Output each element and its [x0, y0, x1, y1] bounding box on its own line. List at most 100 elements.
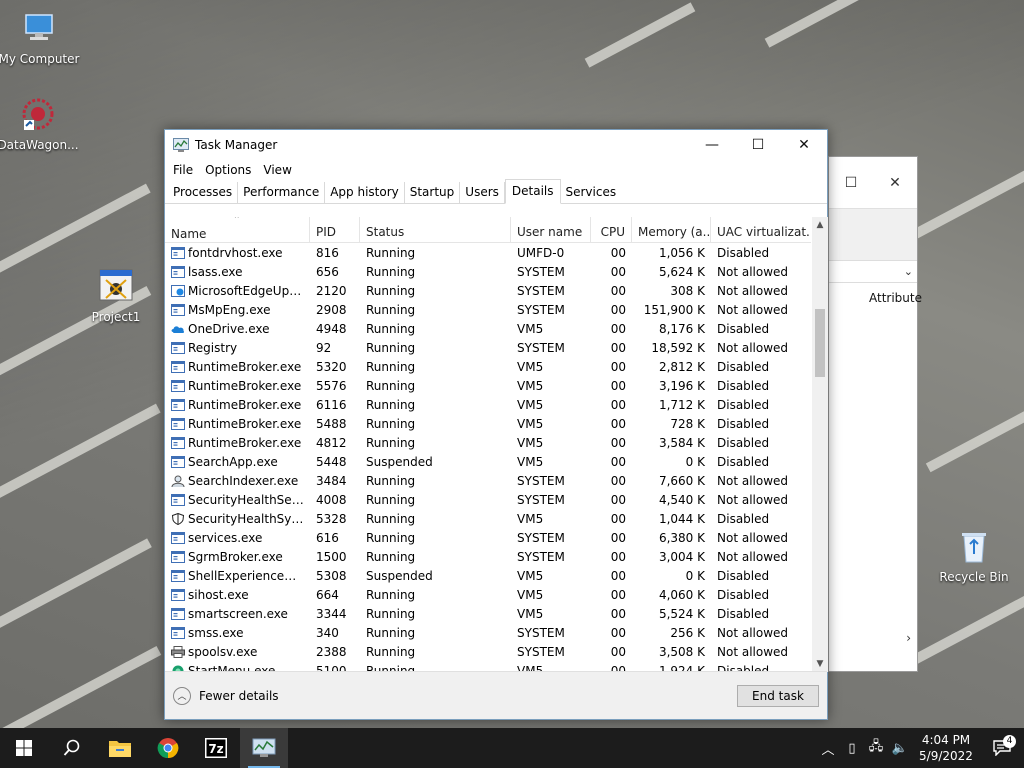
- column-header-memory[interactable]: Memory (a...: [632, 217, 711, 242]
- table-row[interactable]: smartscreen.exe 3344 Running VM5 00 5,524 K Di…: [165, 604, 811, 623]
- tab-details[interactable]: Details: [504, 179, 561, 204]
- table-row[interactable]: MsMpEng.exe 2908 Running SYSTEM 00 151,900 K N…: [165, 300, 811, 319]
- minimize-icon: —: [705, 137, 719, 153]
- desktop-icon-label: DataWagon...: [0, 138, 79, 152]
- task-manager-taskbar-button[interactable]: [240, 728, 288, 768]
- file-explorer-button[interactable]: [96, 728, 144, 768]
- fewer-details-link[interactable]: ︿ Fewer details: [173, 686, 279, 705]
- cell-pid: 5576: [316, 378, 347, 393]
- menu-view[interactable]: View: [257, 163, 297, 177]
- tab-startup[interactable]: Startup: [405, 182, 461, 203]
- table-row[interactable]: SecurityHealthSystra... 5328 Running VM5 00 1…: [165, 509, 811, 528]
- table-row[interactable]: RuntimeBroker.exe 4812 Running VM5 00 3,584 K…: [165, 433, 811, 452]
- table-row[interactable]: SearchIndexer.exe 3484 Running SYSTEM 00 7,66…: [165, 471, 811, 490]
- cell-pid: 816: [316, 245, 339, 260]
- onedrive-icon: [171, 323, 185, 335]
- scroll-down-icon[interactable]: ▼: [812, 656, 828, 672]
- process-name: SecurityHealthServic...: [188, 492, 304, 507]
- desktop-icon-recycle-bin[interactable]: Recycle Bin: [932, 526, 1016, 584]
- task-manager-icon: [173, 138, 189, 152]
- cell-status: Running: [366, 530, 416, 545]
- scroll-up-icon[interactable]: ▲: [812, 217, 828, 233]
- cell-pid: 3484: [316, 473, 347, 488]
- cell-memory: 3,004 K: [658, 549, 705, 564]
- attribute-column-header[interactable]: Attribute: [869, 291, 922, 305]
- cell-cpu: 00: [610, 492, 626, 507]
- desktop-icon-label: Project1: [91, 310, 141, 324]
- chevron-up-icon[interactable]: ︿: [816, 739, 840, 758]
- action-center-button[interactable]: 4: [980, 735, 1024, 756]
- background-window-toolbar: [829, 209, 917, 261]
- maximize-button[interactable]: ☐: [735, 130, 781, 160]
- table-row[interactable]: RuntimeBroker.exe 6116 Running VM5 00 1,712 K…: [165, 395, 811, 414]
- table-row[interactable]: SearchApp.exe 5448 Suspended VM5 00 0 K Disabl…: [165, 452, 811, 471]
- scroll-right-icon[interactable]: ›: [906, 631, 911, 645]
- table-row[interactable]: ShellExperienceHost... 5308 Suspended VM5 00…: [165, 566, 811, 585]
- close-button[interactable]: ✕: [781, 130, 827, 160]
- close-icon[interactable]: ✕: [873, 175, 917, 191]
- table-row[interactable]: RuntimeBroker.exe 5320 Running VM5 00 2,812 K…: [165, 357, 811, 376]
- table-row[interactable]: fontdrvhost.exe 816 Running UMFD-0 00 1,056 K…: [165, 243, 811, 262]
- table-header: ⌃ Name PID Status User name CPU Memory (…: [165, 217, 811, 243]
- scrollbar-thumb[interactable]: [815, 309, 825, 377]
- table-row[interactable]: RuntimeBroker.exe 5488 Running VM5 00 728 K Di…: [165, 414, 811, 433]
- tab-services[interactable]: Services: [561, 182, 622, 203]
- start-button[interactable]: [0, 728, 48, 768]
- column-header-uac[interactable]: UAC virtualizat...: [711, 217, 811, 242]
- process-name: lsass.exe: [188, 264, 243, 279]
- table-row[interactable]: MicrosoftEdgeUpdat... 2120 Running SYSTEM 00…: [165, 281, 811, 300]
- table-row[interactable]: services.exe 616 Running SYSTEM 00 6,380 K Not…: [165, 528, 811, 547]
- table-row[interactable]: RuntimeBroker.exe 5576 Running VM5 00 3,196 K…: [165, 376, 811, 395]
- exe-icon: [171, 569, 185, 582]
- table-row[interactable]: sihost.exe 664 Running VM5 00 4,060 K Disabled: [165, 585, 811, 604]
- column-header-cpu[interactable]: CPU: [591, 217, 632, 242]
- table-row[interactable]: lsass.exe 656 Running SYSTEM 00 5,624 K Not al…: [165, 262, 811, 281]
- table-row[interactable]: spoolsv.exe 2388 Running SYSTEM 00 3,508 K Not…: [165, 642, 811, 661]
- minimize-button[interactable]: —: [689, 130, 735, 160]
- column-header-status[interactable]: Status: [360, 217, 511, 242]
- table-row[interactable]: smss.exe 340 Running SYSTEM 00 256 K Not allow…: [165, 623, 811, 642]
- cell-cpu: 00: [610, 587, 626, 602]
- tab-users[interactable]: Users: [460, 182, 505, 203]
- cell-pid: 664: [316, 587, 339, 602]
- search-button[interactable]: [48, 728, 96, 768]
- tab-performance[interactable]: Performance: [238, 182, 326, 203]
- cell-user-name: SYSTEM: [517, 549, 565, 564]
- chrome-button[interactable]: [144, 728, 192, 768]
- desktop-icon-my-computer[interactable]: My Computer: [0, 8, 81, 66]
- cell-pid: 2908: [316, 302, 347, 317]
- background-window-dropdown[interactable]: ⌄: [829, 261, 917, 283]
- cell-cpu: 00: [610, 302, 626, 317]
- cell-cpu: 00: [610, 283, 626, 298]
- menu-options[interactable]: Options: [199, 163, 257, 177]
- title-bar[interactable]: Task Manager — ☐ ✕: [165, 130, 827, 160]
- clock[interactable]: 4:04 PM 5/9/2022: [912, 732, 980, 764]
- exe-icon: [171, 398, 185, 411]
- table-row[interactable]: SecurityHealthServic... 4008 Running SYSTEM…: [165, 490, 811, 509]
- column-header-user-name[interactable]: User name: [511, 217, 591, 242]
- tab-processes[interactable]: Processes: [168, 182, 239, 203]
- table-row[interactable]: Registry 92 Running SYSTEM 00 18,592 K Not all…: [165, 338, 811, 357]
- end-task-button[interactable]: End task: [737, 684, 819, 707]
- maximize-icon[interactable]: ☐: [829, 175, 873, 191]
- network-icon[interactable]: 🖧: [864, 737, 888, 759]
- vertical-scrollbar[interactable]: ▲ ▼: [812, 217, 828, 672]
- cell-cpu: 00: [610, 378, 626, 393]
- volume-icon[interactable]: 🔈: [888, 741, 912, 756]
- cell-status: Running: [366, 587, 416, 602]
- table-body: fontdrvhost.exe 816 Running UMFD-0 00 1,056 K…: [165, 243, 811, 672]
- table-row[interactable]: OneDrive.exe 4948 Running VM5 00 8,176 K Disab…: [165, 319, 811, 338]
- 7zip-icon: 7z: [205, 738, 227, 758]
- menu-file[interactable]: File: [167, 163, 199, 177]
- wallpaper-stripe: [0, 538, 152, 632]
- cell-name: lsass.exe: [165, 265, 310, 279]
- column-header-pid[interactable]: PID: [310, 217, 360, 242]
- background-window[interactable]: ☐ ✕ ⌄ Attribute ›: [828, 156, 922, 672]
- desktop-icon-datawagon[interactable]: DataWagon...: [0, 94, 80, 152]
- tab-app-history[interactable]: App history: [325, 182, 405, 203]
- 7zip-button[interactable]: 7z: [192, 728, 240, 768]
- cell-uac: Disabled: [717, 568, 770, 583]
- tablet-icon[interactable]: ▯: [840, 741, 864, 756]
- table-row[interactable]: SgrmBroker.exe 1500 Running SYSTEM 00 3,004 K…: [165, 547, 811, 566]
- desktop-icon-project1[interactable]: Project1: [74, 266, 158, 324]
